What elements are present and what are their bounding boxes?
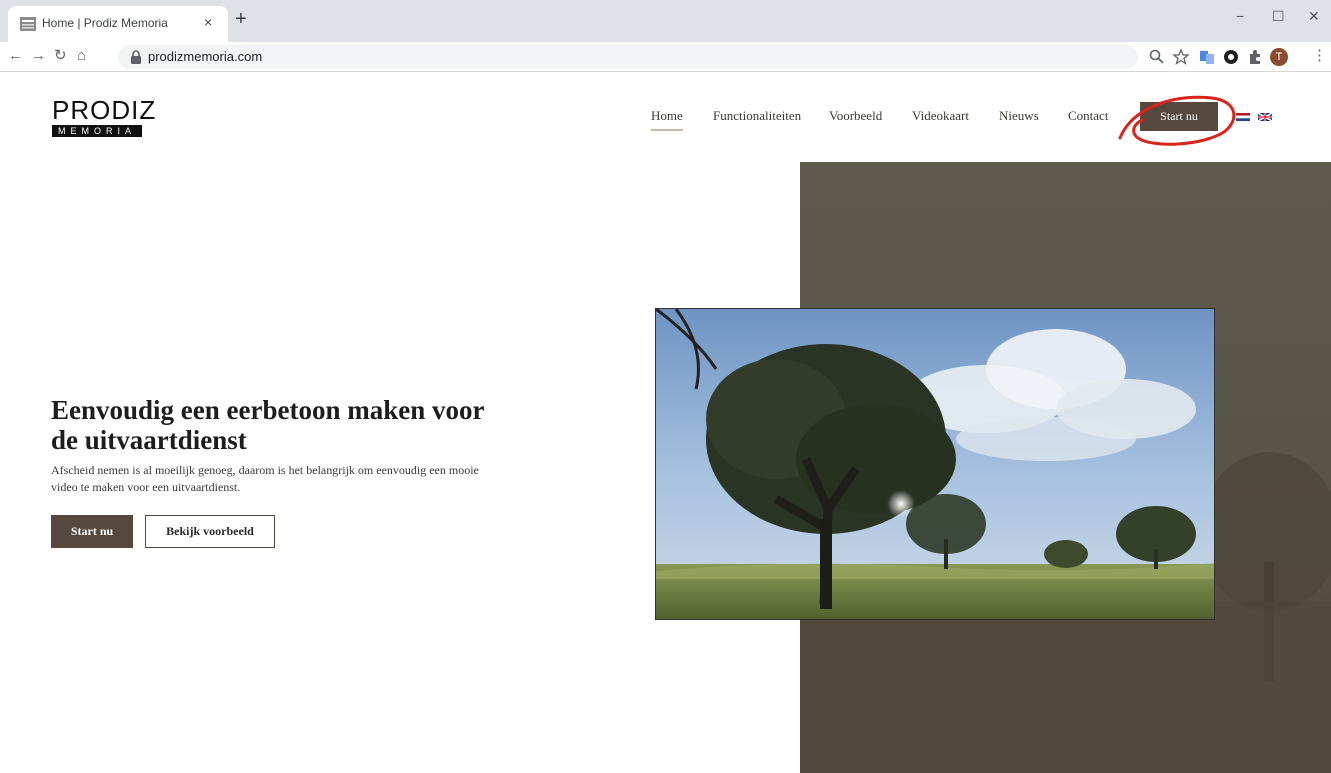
tab-close-icon[interactable]: × (204, 14, 212, 30)
translate-extension-icon[interactable] (1198, 48, 1216, 66)
lock-icon (131, 50, 141, 64)
logo-wordmark: PRODIZ (52, 95, 157, 125)
new-tab-button[interactable]: + (235, 9, 247, 29)
nav-videokaart[interactable]: Videokaart (912, 108, 969, 124)
web-page: PRODIZ MEMORIA Home Functionaliteiten Vo… (0, 72, 1331, 773)
home-icon[interactable]: ⌂ (77, 47, 86, 65)
browser-toolbar: ← → ↻ ⌂ prodizmemoria.com T ⋮ (0, 42, 1331, 72)
maximize-button[interactable]: ☐ (1272, 8, 1285, 25)
bookmark-star-icon[interactable] (1172, 48, 1190, 66)
flag-nl-icon[interactable] (1236, 113, 1250, 121)
browser-tab[interactable]: Home | Prodiz Memoria × (8, 6, 228, 42)
minimize-button[interactable]: − (1236, 8, 1244, 24)
logo-subtitle: MEMORIA (52, 125, 142, 137)
browser-menu-icon[interactable]: ⋮ (1312, 47, 1327, 65)
profile-avatar[interactable]: T (1270, 48, 1288, 66)
site-logo[interactable]: PRODIZ MEMORIA (52, 95, 157, 137)
url-text: prodizmemoria.com (148, 49, 263, 64)
address-bar[interactable]: prodizmemoria.com (118, 45, 1138, 69)
header-start-button[interactable]: Start nu (1140, 102, 1218, 131)
nav-nieuws[interactable]: Nieuws (999, 108, 1039, 124)
close-window-button[interactable]: ✕ (1308, 8, 1320, 25)
hero-description: Afscheid nemen is al moeilijk genoeg, da… (51, 463, 479, 494)
nav-contact[interactable]: Contact (1068, 108, 1108, 124)
nav-home[interactable]: Home (651, 108, 683, 124)
forward-arrow-icon[interactable]: → (31, 47, 46, 65)
hero-start-button[interactable]: Start nu (51, 515, 133, 548)
tab-title: Home | Prodiz Memoria (42, 16, 168, 30)
nav-voorbeeld[interactable]: Voorbeeld (829, 108, 882, 124)
hero-tree-photo (655, 308, 1215, 620)
browser-tabstrip: Home | Prodiz Memoria × + − ☐ ✕ (0, 0, 1331, 42)
nav-active-indicator (651, 129, 683, 131)
reload-icon[interactable]: ↻ (54, 47, 67, 65)
tree-landscape-image (656, 309, 1214, 619)
flag-uk-icon[interactable] (1258, 113, 1272, 121)
zoom-icon[interactable] (1148, 48, 1166, 66)
nav-functionaliteiten[interactable]: Functionaliteiten (713, 108, 801, 124)
site-favicon-icon (20, 17, 36, 31)
hero-title: Eenvoudig een eerbetoon maken voor de ui… (51, 395, 484, 455)
back-arrow-icon[interactable]: ← (8, 47, 23, 65)
extensions-puzzle-icon[interactable] (1246, 48, 1264, 66)
hero-example-button[interactable]: Bekijk voorbeeld (145, 515, 275, 548)
extension-circle-icon[interactable] (1222, 48, 1240, 66)
